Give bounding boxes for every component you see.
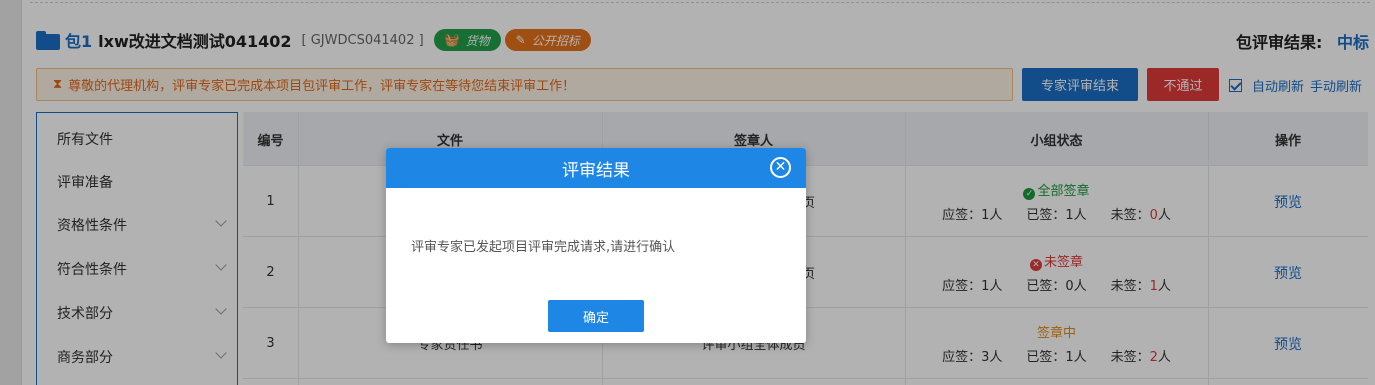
close-circle-icon[interactable]: ✕	[770, 157, 791, 178]
confirm-button[interactable]: 确定	[548, 300, 644, 332]
review-result-dialog: 评审结果 ✕ 评审专家已发起项目评审完成请求,请进行确认 确定	[386, 148, 806, 343]
dialog-title: 评审结果	[562, 160, 630, 181]
dialog-header: 评审结果 ✕	[386, 148, 806, 188]
dialog-message: 评审专家已发起项目评审完成请求,请进行确认	[411, 240, 676, 255]
